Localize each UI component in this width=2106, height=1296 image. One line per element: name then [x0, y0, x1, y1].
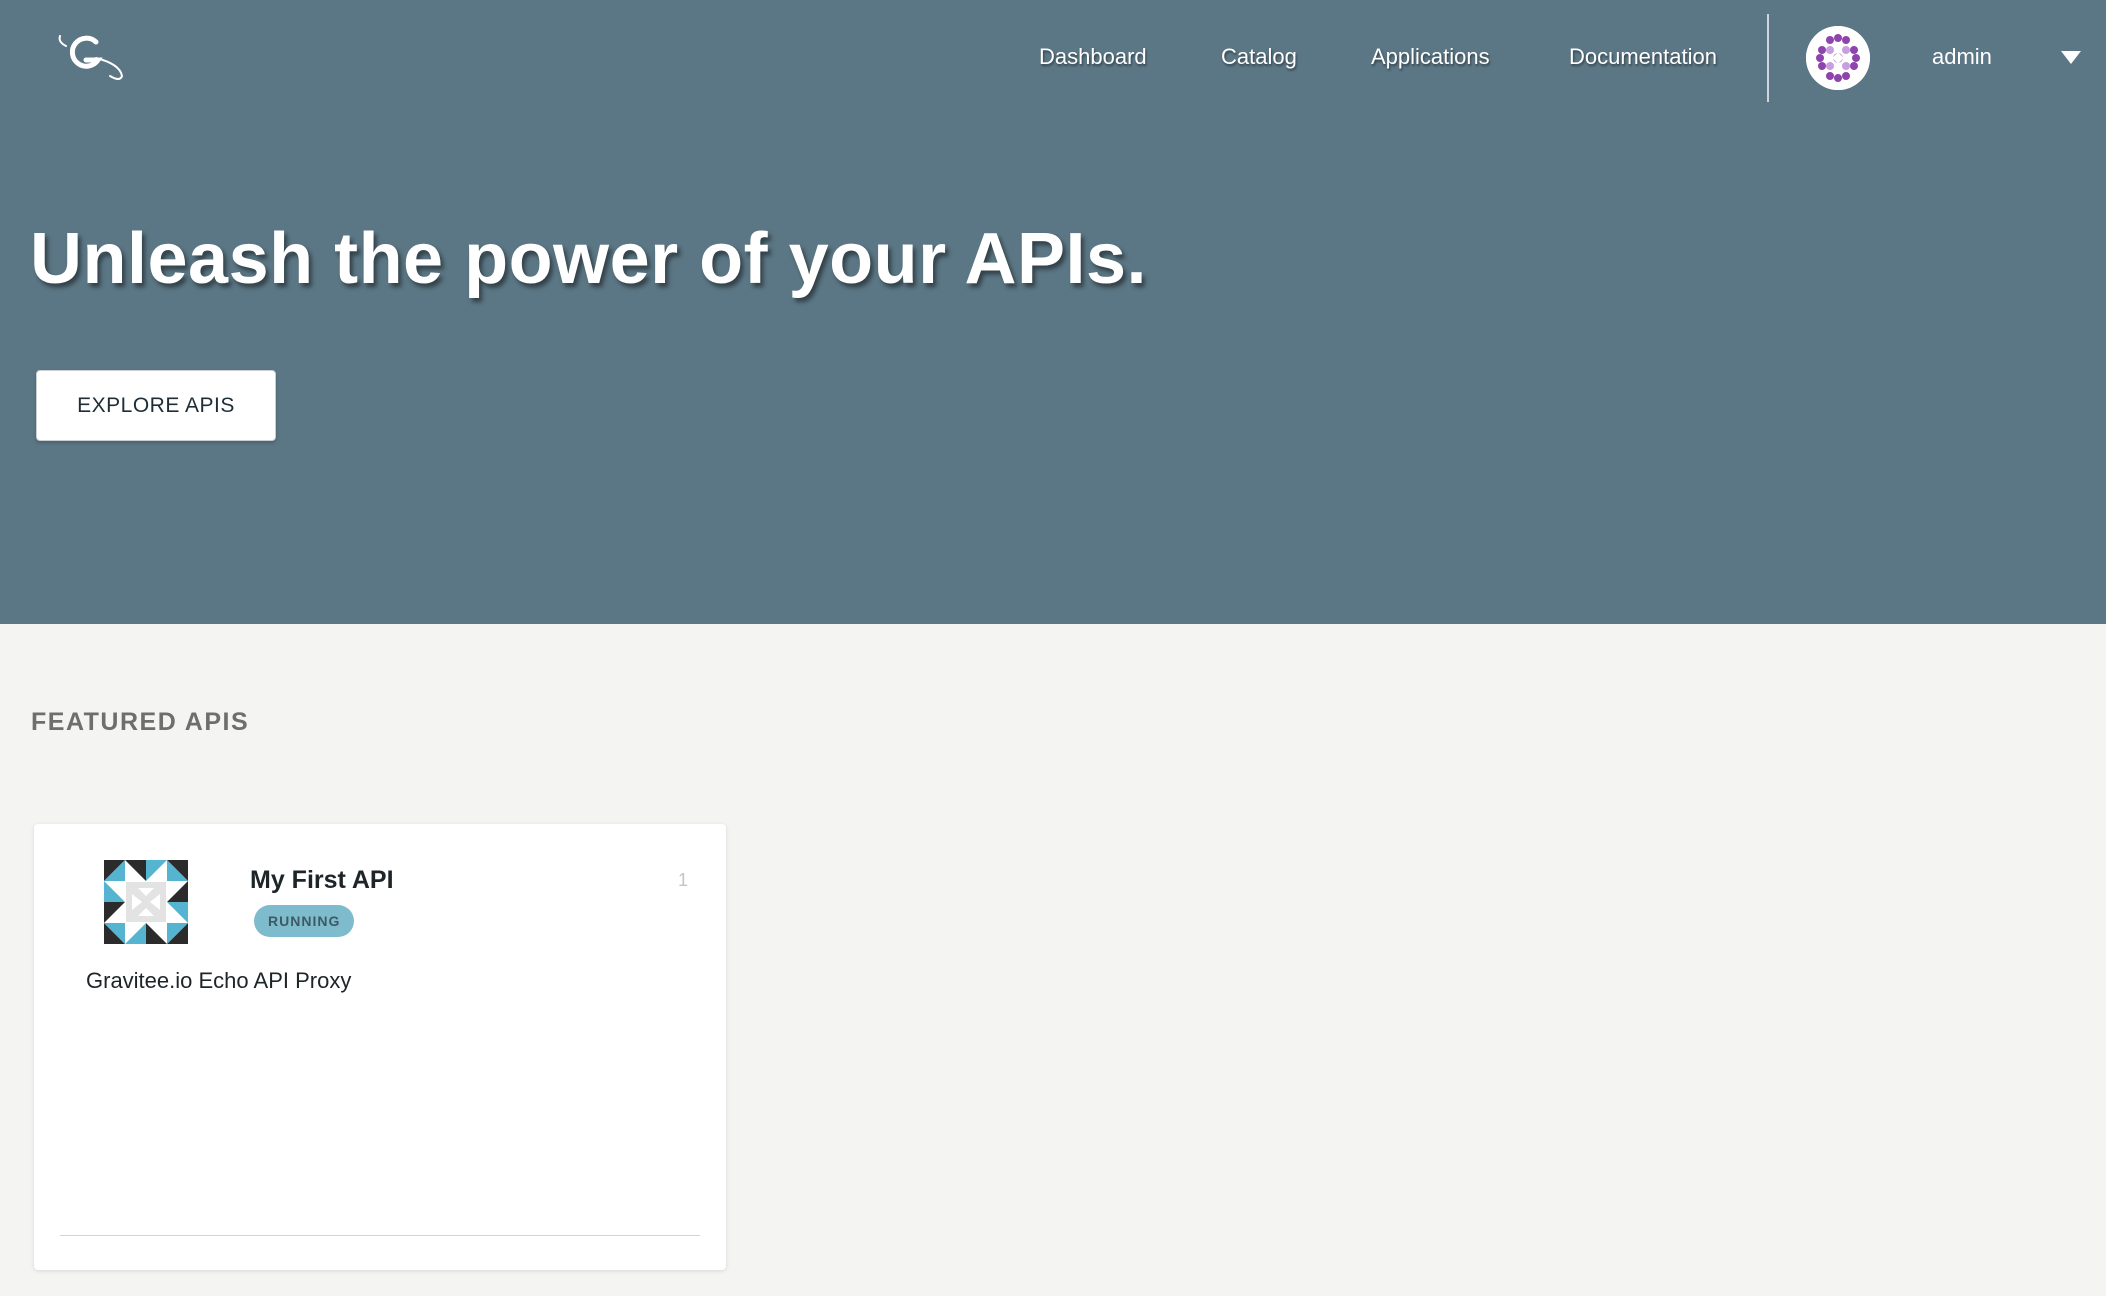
chevron-down-icon[interactable]	[2061, 51, 2081, 64]
nav-catalog[interactable]: Catalog	[1221, 44, 1297, 74]
api-name[interactable]: My First API	[250, 866, 394, 895]
nav-documentation[interactable]: Documentation	[1569, 44, 1717, 74]
hero-banner: Dashboard Catalog Applications Documenta…	[0, 0, 2106, 624]
featured-apis-title: FEATURED APIS	[31, 708, 250, 736]
nav-applications[interactable]: Applications	[1371, 44, 1490, 74]
api-version: 1	[677, 870, 688, 890]
explore-apis-button[interactable]: EXPLORE APIS	[36, 370, 276, 441]
avatar-pattern-icon	[1806, 26, 1870, 90]
avatar[interactable]	[1806, 26, 1870, 90]
card-divider	[60, 1235, 700, 1236]
nav-divider	[1767, 14, 1769, 102]
nav-dashboard[interactable]: Dashboard	[1039, 44, 1147, 74]
api-logo-icon	[104, 860, 188, 944]
api-description: Gravitee.io Echo API Proxy	[86, 968, 352, 993]
gravitee-logo-icon[interactable]	[54, 30, 126, 82]
username-label[interactable]: admin	[1932, 44, 1992, 70]
hero-title: Unleash the power of your APIs.	[30, 219, 1148, 299]
status-badge: RUNNING	[254, 905, 355, 937]
api-card[interactable]: My First API 1 RUNNING Gravitee.io Echo …	[34, 824, 726, 1270]
top-navbar: Dashboard Catalog Applications Documenta…	[0, 0, 2106, 116]
